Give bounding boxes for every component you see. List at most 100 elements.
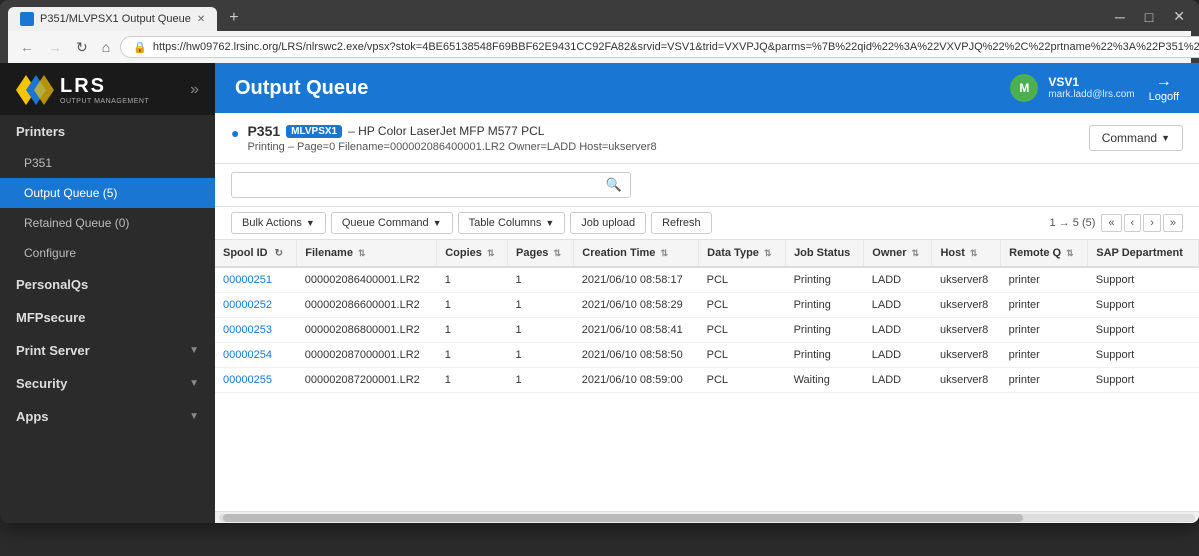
refresh-button[interactable]: Refresh — [651, 212, 712, 234]
refresh-button[interactable]: ↻ — [72, 37, 92, 58]
tab-close-icon[interactable]: ✕ — [197, 14, 205, 25]
col-creation-time[interactable]: Creation Time ⇅ — [574, 240, 699, 267]
sap-dept-cell: Support — [1088, 318, 1199, 343]
col-owner[interactable]: Owner ⇅ — [864, 240, 932, 267]
sap-dept-cell: Support — [1088, 343, 1199, 368]
host-cell: ukserver8 — [932, 293, 1001, 318]
col-data-type[interactable]: Data Type ⇅ — [699, 240, 786, 267]
col-spool-id[interactable]: Spool ID ↻ — [215, 240, 297, 267]
data-type-cell: PCL — [699, 267, 786, 293]
sidebar-item-mfpsecure[interactable]: MFPsecure — [0, 301, 215, 334]
sidebar-item-configure[interactable]: Configure — [0, 238, 215, 268]
remote-q-cell: printer — [1001, 293, 1088, 318]
user-avatar: M — [1010, 74, 1038, 102]
pages-cell: 1 — [508, 318, 574, 343]
next-page-button[interactable]: › — [1143, 214, 1161, 232]
command-button[interactable]: Command ▼ — [1089, 125, 1183, 151]
filename-cell: 000002086400001.LR2 — [297, 267, 437, 293]
remoteq-sort-icon: ⇅ — [1066, 248, 1074, 258]
sidebar: LRS OUTPUT MANAGEMENT » Printers P351 Ou… — [0, 63, 215, 523]
host-cell: ukserver8 — [932, 318, 1001, 343]
col-job-status[interactable]: Job Status — [786, 240, 864, 267]
job-status-cell: Waiting — [786, 368, 864, 393]
printer-info-bar: ● P351 MLVPSX1 – HP Color LaserJet MFP M… — [215, 113, 1199, 164]
toolbar-row: Bulk Actions ▼ Queue Command ▼ Table Col… — [215, 207, 1199, 240]
creation-time-cell: 2021/06/10 08:58:17 — [574, 267, 699, 293]
filename-sort-icon: ⇅ — [358, 248, 366, 258]
sidebar-item-output-queue[interactable]: Output Queue (5) — [0, 178, 215, 208]
remote-q-cell: printer — [1001, 318, 1088, 343]
printer-model: – HP Color LaserJet MFP M577 PCL — [348, 124, 544, 138]
sidebar-item-print-server[interactable]: Print Server ▼ — [0, 334, 215, 367]
host-cell: ukserver8 — [932, 343, 1001, 368]
queue-command-button[interactable]: Queue Command ▼ — [331, 212, 453, 234]
job-upload-button[interactable]: Job upload — [570, 212, 646, 234]
col-sap-dept[interactable]: SAP Department — [1088, 240, 1199, 267]
data-type-cell: PCL — [699, 293, 786, 318]
search-icon: 🔍 — [606, 177, 622, 193]
table-row: 00000253000002086800001.LR2112021/06/10 … — [215, 318, 1199, 343]
filename-cell: 000002087200001.LR2 — [297, 368, 437, 393]
search-input[interactable] — [240, 178, 606, 192]
logoff-button[interactable]: → Logoff — [1149, 73, 1179, 103]
main-content: Output Queue M VSV1 mark.ladd@lrs.com → … — [215, 63, 1199, 523]
spool-id-cell[interactable]: 00000252 — [215, 293, 297, 318]
spool-id-cell[interactable]: 00000251 — [215, 267, 297, 293]
last-page-button[interactable]: » — [1163, 214, 1183, 232]
tab-favicon — [20, 12, 34, 26]
creation-sort-icon: ⇅ — [660, 248, 668, 258]
queue-command-chevron-icon: ▼ — [433, 218, 442, 228]
job-status-cell: Printing — [786, 267, 864, 293]
forward-button[interactable]: → — [44, 37, 66, 57]
col-host[interactable]: Host ⇅ — [932, 240, 1001, 267]
pagination-info: 1 → 5 (5) — [1050, 217, 1096, 229]
sidebar-collapse-icon[interactable]: » — [190, 81, 199, 99]
col-filename[interactable]: Filename ⇅ — [297, 240, 437, 267]
pages-cell: 1 — [508, 343, 574, 368]
home-button[interactable]: ⌂ — [98, 37, 114, 57]
data-type-cell: PCL — [699, 343, 786, 368]
spool-id-cell[interactable]: 00000254 — [215, 343, 297, 368]
table-row: 00000255000002087200001.LR2112021/06/10 … — [215, 368, 1199, 393]
copies-cell: 1 — [437, 318, 508, 343]
sidebar-item-retained-queue[interactable]: Retained Queue (0) — [0, 208, 215, 238]
new-tab-button[interactable]: + — [221, 7, 246, 29]
bulk-actions-button[interactable]: Bulk Actions ▼ — [231, 212, 326, 234]
spool-id-cell[interactable]: 00000253 — [215, 318, 297, 343]
col-pages[interactable]: Pages ⇅ — [508, 240, 574, 267]
user-info: VSV1 mark.ladd@lrs.com — [1048, 75, 1134, 101]
maximize-button[interactable]: □ — [1139, 7, 1159, 27]
col-copies[interactable]: Copies ⇅ — [437, 240, 508, 267]
back-button[interactable]: ← — [16, 37, 38, 57]
sidebar-item-p351[interactable]: P351 — [0, 148, 215, 178]
first-page-button[interactable]: « — [1101, 214, 1121, 232]
spool-id-refresh-icon[interactable]: ↻ — [275, 248, 283, 259]
sidebar-item-apps[interactable]: Apps ▼ — [0, 400, 215, 433]
col-remote-q[interactable]: Remote Q ⇅ — [1001, 240, 1088, 267]
address-bar[interactable]: 🔒 https://hw09762.lrsinc.org/LRS/nlrswc2… — [120, 36, 1199, 58]
creation-time-cell: 2021/06/10 08:59:00 — [574, 368, 699, 393]
remote-q-cell: printer — [1001, 343, 1088, 368]
table-columns-chevron-icon: ▼ — [545, 218, 554, 228]
remote-q-cell: printer — [1001, 368, 1088, 393]
close-button[interactable]: ✕ — [1167, 6, 1191, 27]
apps-chevron-icon: ▼ — [189, 411, 199, 422]
prev-page-button[interactable]: ‹ — [1124, 214, 1142, 232]
table-columns-button[interactable]: Table Columns ▼ — [458, 212, 566, 234]
horizontal-scrollbar[interactable] — [215, 511, 1199, 523]
main-header: Output Queue M VSV1 mark.ladd@lrs.com → … — [215, 63, 1199, 113]
spool-id-cell[interactable]: 00000255 — [215, 368, 297, 393]
creation-time-cell: 2021/06/10 08:58:50 — [574, 343, 699, 368]
sidebar-item-security[interactable]: Security ▼ — [0, 367, 215, 400]
filename-cell: 000002086600001.LR2 — [297, 293, 437, 318]
lock-icon: 🔒 — [133, 41, 147, 54]
sidebar-item-printers[interactable]: Printers — [0, 115, 215, 148]
printer-badge: MLVPSX1 — [286, 125, 342, 138]
browser-tab[interactable]: P351/MLVPSX1 Output Queue ✕ — [8, 7, 217, 31]
host-cell: ukserver8 — [932, 368, 1001, 393]
sidebar-item-personalqs[interactable]: PersonalQs — [0, 268, 215, 301]
minimize-button[interactable]: ─ — [1109, 7, 1131, 27]
copies-cell: 1 — [437, 368, 508, 393]
pages-sort-icon: ⇅ — [554, 248, 562, 258]
table-wrap: Spool ID ↻ Filename ⇅ Copies ⇅ — [215, 240, 1199, 511]
